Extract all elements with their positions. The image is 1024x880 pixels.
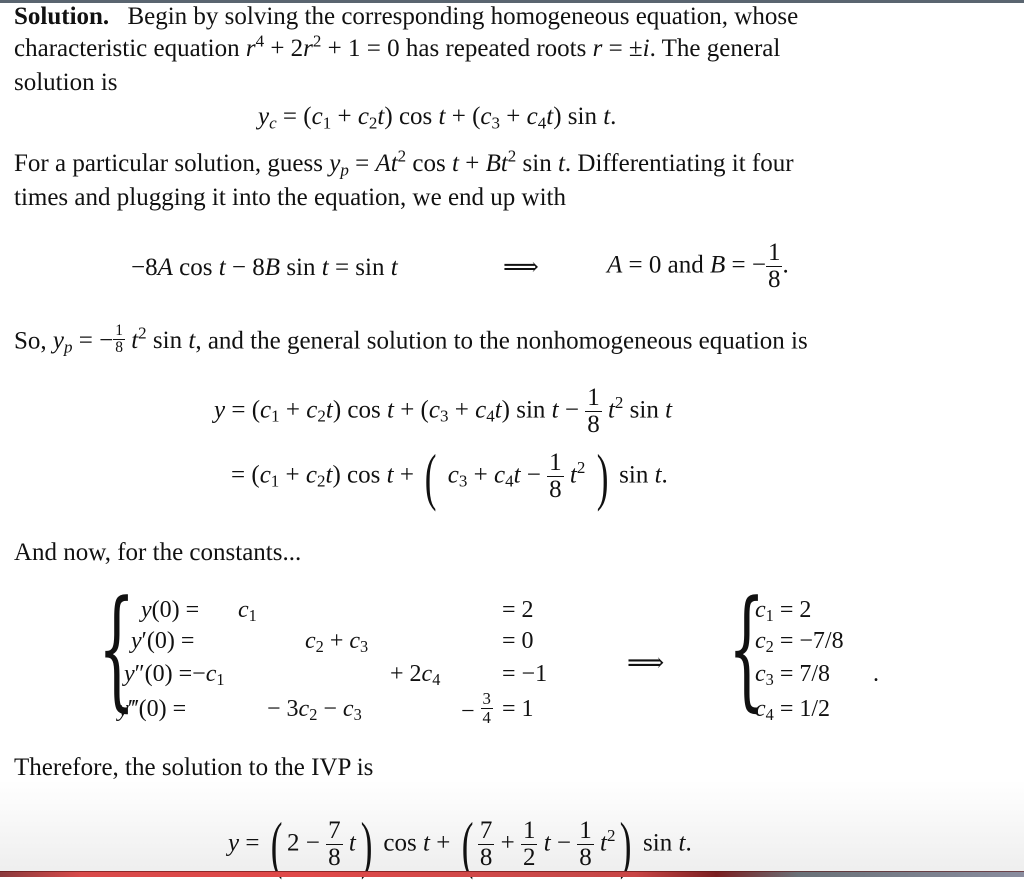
value: 7/8 (799, 661, 831, 687)
solution-c3: c3 = 7/8 (755, 661, 831, 690)
guess-math: yp = At2 cos t + Bt2 sin t (329, 146, 565, 180)
equation-coeffs-lhs: −8A cos t − 8B sin t = sin t (131, 254, 398, 281)
solution-heading: Solution. (14, 3, 110, 30)
solution-c1: c1 = 2 (755, 597, 812, 626)
system-term: − 34 (461, 689, 493, 727)
para1-line1: Solution. Begin by solving the correspon… (14, 4, 798, 29)
implies-arrow: ⟹ (503, 254, 539, 281)
system-term: − 3c2 − c3 (267, 696, 362, 725)
equation-coeffs-rhs: A = 0 and B = −1 8. (607, 239, 789, 294)
implies-arrow: ⟹ (627, 648, 665, 677)
text-span: For a particular solution, guess (14, 150, 323, 177)
text-span: So, (14, 327, 47, 355)
yp-math: yp = −1 8 t2 sin t (52, 322, 196, 357)
system-rhs: = 2 (502, 597, 534, 623)
system-rhs: = 0 (502, 628, 534, 654)
value: 1/2 (799, 696, 831, 722)
system-term: + 2c4 (390, 661, 441, 690)
taskbar-strip (0, 871, 1024, 877)
system-term: c2 + c3 (305, 628, 369, 657)
system-row-4: y‴(0) = (118, 696, 187, 722)
text-span: . The general (649, 35, 781, 62)
characteristic-equation: r4 + 2r2 + 1 = 0 (245, 31, 400, 62)
general-solution-line1: y = (c1 + c2t) cos t + (c3 + c4t) sin t … (214, 384, 673, 439)
system-rhs: = 1 (502, 696, 534, 722)
para2-line1: For a particular solution, guess yp = At… (14, 146, 794, 180)
general-solution-line2: = (c1 + c2t) cos t + ( c3 + c4t − 18 t2 … (231, 441, 668, 513)
final-solution: y = (2 − 78 t) cos t + (7 8 + 12 t − 18 t… (228, 809, 692, 880)
para1-text: Begin by solving the corresponding homog… (127, 3, 799, 30)
para4-line: And now, for the constants... (14, 539, 302, 566)
para2-line2: times and plugging it into the equation,… (14, 184, 567, 211)
text-span: has repeated roots (405, 35, 587, 62)
system-row-1: y(0) = (141, 597, 200, 623)
numerator: 1 (765, 239, 783, 268)
value: 2 (799, 597, 812, 623)
roots-math: r = ±i (592, 35, 650, 62)
end-period: . (873, 661, 879, 687)
para3-line: So, yp = −1 8 t2 sin t, and the general s… (14, 322, 808, 357)
equation-yc: yc = (c1 + c2t) cos t + (c3 + c4t) sin t… (258, 103, 617, 133)
solution-c2: c2 = −7/8 (755, 628, 844, 657)
para5-line: Therefore, the solution to the IVP is (14, 754, 374, 781)
value: −7/8 (799, 628, 844, 654)
text-span: . Differentiating it four (564, 150, 794, 177)
left-brace: { (98, 572, 136, 724)
system-row-3: y″(0) =−c1 (124, 661, 225, 690)
system-row-2: y′(0) = (131, 628, 195, 654)
fraction: 18 (765, 239, 783, 294)
system-term: c1 (238, 597, 257, 626)
system-rhs: = −1 (502, 661, 548, 687)
text-span: characteristic equation (14, 35, 240, 62)
solution-c4: c4 = 1/2 (755, 696, 831, 725)
para1-line2: characteristic equation r4 + 2r2 + 1 = 0… (14, 31, 781, 62)
denominator: 8 (767, 266, 781, 294)
text-span: , and the general solution to the nonhom… (195, 327, 808, 355)
para1-line3: solution is (14, 69, 118, 96)
